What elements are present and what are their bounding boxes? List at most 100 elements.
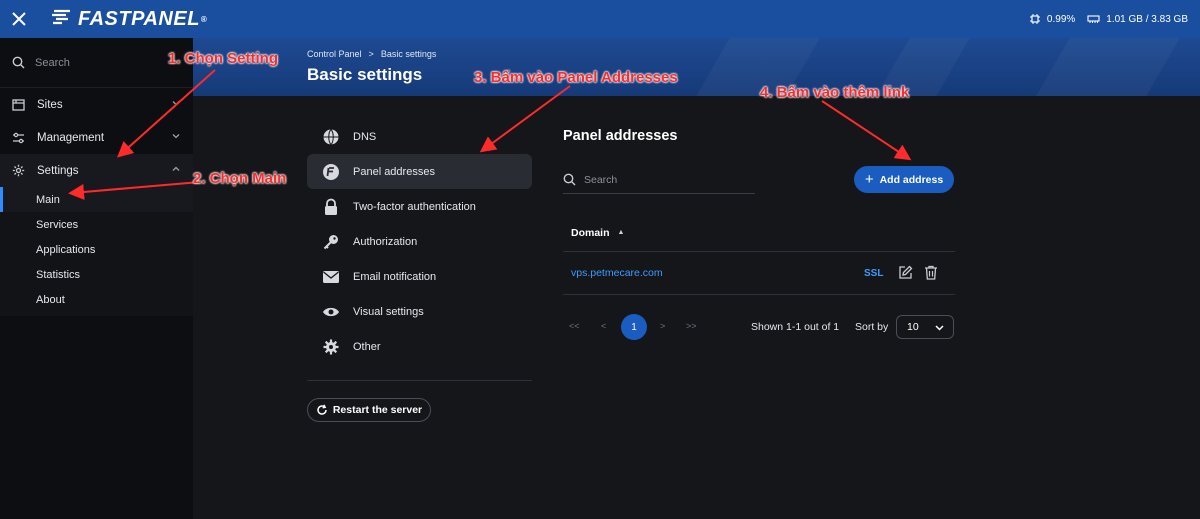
plus-icon: + [864,171,874,188]
logo-text: FASTPANEL [78,7,200,30]
sidebar-subitem-about[interactable]: About [0,287,193,312]
annotation-step2: 2. Chọn Main [193,170,287,187]
sort-by-label: Sort by [855,321,889,333]
sidebar-item-label: Sites [37,98,63,111]
sidebar: Search Sites Management Settings Main Se… [0,38,193,519]
sidebar-item-label: Settings [37,164,79,177]
memory-value: 1.01 GB / 3.83 GB [1106,13,1188,25]
sidebar-search[interactable]: Search [0,38,193,88]
menu-item-authorization[interactable]: Authorization [307,224,532,259]
sidebar-subitem-main[interactable]: Main [0,187,193,212]
menu-divider [307,380,532,381]
menu-item-label: Email notification [353,270,437,283]
column-domain[interactable]: Domain [571,227,610,239]
sidebar-item-management[interactable]: Management [0,121,193,154]
shown-count: Shown 1-1 out of 1 [751,321,840,333]
fastpanel-f-icon [321,162,341,182]
search-icon [563,173,576,186]
close-menu-button[interactable] [0,0,38,38]
menu-item-panel-addresses[interactable]: Panel addresses [307,154,532,189]
breadcrumb-basic-settings: Basic settings [380,49,437,59]
menu-item-label: DNS [353,130,377,143]
key-icon [321,232,341,252]
gear-icon [12,164,25,177]
sliders-icon [12,132,25,144]
menu-item-two-factor[interactable]: Two-factor authentication [307,189,532,224]
edit-icon[interactable] [898,265,913,280]
menu-item-label: Other [353,340,381,353]
resource-stats: 0.99% 1.01 GB / 3.83 GB [1017,0,1188,38]
registered-mark: ® [200,14,208,24]
menu-item-label: Two-factor authentication [353,200,476,213]
fastpanel-logo-icon [50,8,72,31]
sort-ascending-icon[interactable]: ▲ [618,229,625,236]
add-address-button[interactable]: + Add address [854,166,954,193]
eye-icon [321,302,341,322]
first-page-button[interactable]: << [569,321,580,331]
table-header: Domain ▲ [563,214,955,252]
annotation-step4: 4. Bấm vào thêm link [760,84,910,101]
globe-icon [321,127,341,147]
close-icon [12,12,26,26]
breadcrumb-separator: > [368,49,374,59]
restart-server-label: Restart the server [332,404,423,416]
chevron-down-icon [171,98,181,108]
envelope-icon [321,267,341,287]
sites-icon [12,98,25,111]
sidebar-subitem-services[interactable]: Services [0,212,193,237]
page-1-button[interactable]: 1 [621,314,647,340]
memory-stat: 1.01 GB / 3.83 GB [1087,14,1188,25]
gear-icon [321,337,341,357]
addresses-search-input[interactable] [584,173,734,186]
table-row: vps.petmecare.com SSL [563,252,955,295]
pagination: << < 1 > >> Shown 1-1 out of 1 Sort by 1… [563,314,955,340]
chevron-down-icon [934,322,945,333]
logo[interactable]: FASTPANEL ® [50,8,207,31]
top-bar: FASTPANEL ® 0.99% 1.01 GB / 3.83 GB [0,0,1200,38]
menu-item-visual-settings[interactable]: Visual settings [307,294,532,329]
prev-page-button[interactable]: < [601,321,606,331]
annotation-step3: 3. Bấm vào Panel Addresses [474,69,678,86]
domain-link[interactable]: vps.petmecare.com [571,267,663,279]
breadcrumb: Control Panel > Basic settings [307,49,436,59]
settings-submenu: Main Services Applications Statistics Ab… [0,187,193,316]
main-content: DNS Panel addresses Two-factor authentic… [193,96,1200,519]
last-page-button[interactable]: >> [686,321,697,331]
cpu-stat: 0.99% [1029,13,1075,25]
memory-icon [1087,14,1100,24]
sidebar-item-settings[interactable]: Settings [0,154,193,187]
section-title: Panel addresses [563,128,678,144]
sidebar-subitem-statistics[interactable]: Statistics [0,262,193,287]
menu-item-label: Authorization [353,235,418,248]
search-icon [12,56,25,69]
sidebar-search-placeholder: Search [35,56,70,69]
menu-item-label: Visual settings [353,305,424,318]
page-header: Control Panel > Basic settings Basic set… [193,38,1200,96]
trash-icon[interactable] [924,265,938,280]
addresses-search [563,166,755,194]
header-decoration [1036,38,1180,96]
menu-item-dns[interactable]: DNS [307,119,532,154]
breadcrumb-control-panel[interactable]: Control Panel [307,49,362,59]
per-page-select[interactable]: 10 [896,315,954,339]
menu-item-label: Panel addresses [353,165,435,178]
cpu-value: 0.99% [1046,13,1076,25]
sidebar-item-sites[interactable]: Sites [0,88,193,121]
chevron-down-icon [171,131,181,141]
refresh-icon [316,404,328,416]
sidebar-item-label: Management [37,131,105,144]
cpu-icon [1029,13,1041,25]
per-page-value: 10 [907,321,919,333]
lock-icon [321,197,341,217]
annotation-step1: 1. Chọn Setting [168,50,278,67]
next-page-button[interactable]: > [660,321,665,331]
menu-item-email-notification[interactable]: Email notification [307,259,532,294]
add-address-label: Add address [879,173,944,186]
page-title: Basic settings [307,65,423,84]
settings-menu: DNS Panel addresses Two-factor authentic… [307,119,532,364]
sidebar-subitem-applications[interactable]: Applications [0,237,193,262]
menu-item-other[interactable]: Other [307,329,532,364]
ssl-link[interactable]: SSL [864,268,883,279]
chevron-up-icon [171,164,181,174]
restart-server-button[interactable]: Restart the server [307,398,431,422]
